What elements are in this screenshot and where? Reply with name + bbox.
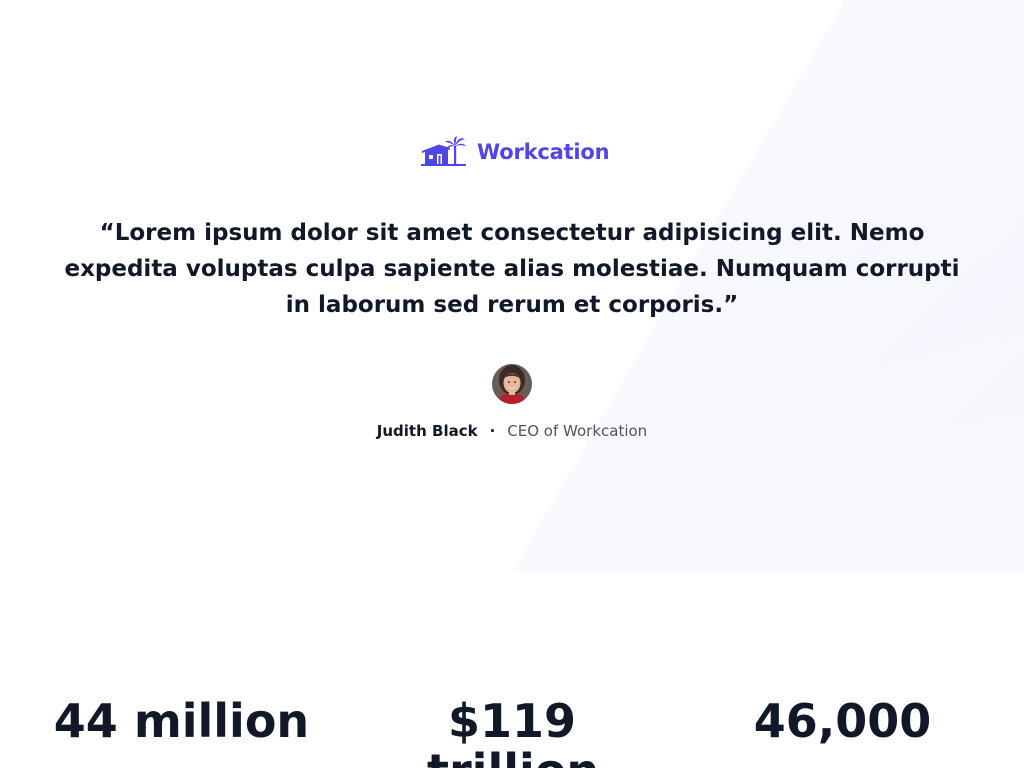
house-palm-tree-icon (421, 136, 467, 168)
testimonial-attribution: Judith Black · CEO of Workcation (0, 421, 1024, 441)
author-title: CEO of Workcation (507, 422, 648, 440)
stat-value: 46,000 (753, 694, 932, 748)
stats-section: 44 million $119 trillion 46,000 (0, 696, 1024, 768)
author-name: Judith Black (376, 422, 478, 440)
brand-logo[interactable]: Workcation (421, 136, 610, 168)
separator-dot: · (489, 422, 496, 440)
testimonial-quote: “Lorem ipsum dolor sit amet consectetur … (64, 220, 960, 318)
stat-value: 44 million (53, 694, 310, 748)
testimonial-section: Workcation “Lorem ipsum dolor sit amet c… (0, 0, 1024, 572)
page: Workcation “Lorem ipsum dolor sit amet c… (0, 0, 1024, 768)
brand-name: Workcation (477, 140, 610, 164)
avatar (492, 364, 532, 404)
stat-value: $119 trillion (427, 694, 599, 768)
